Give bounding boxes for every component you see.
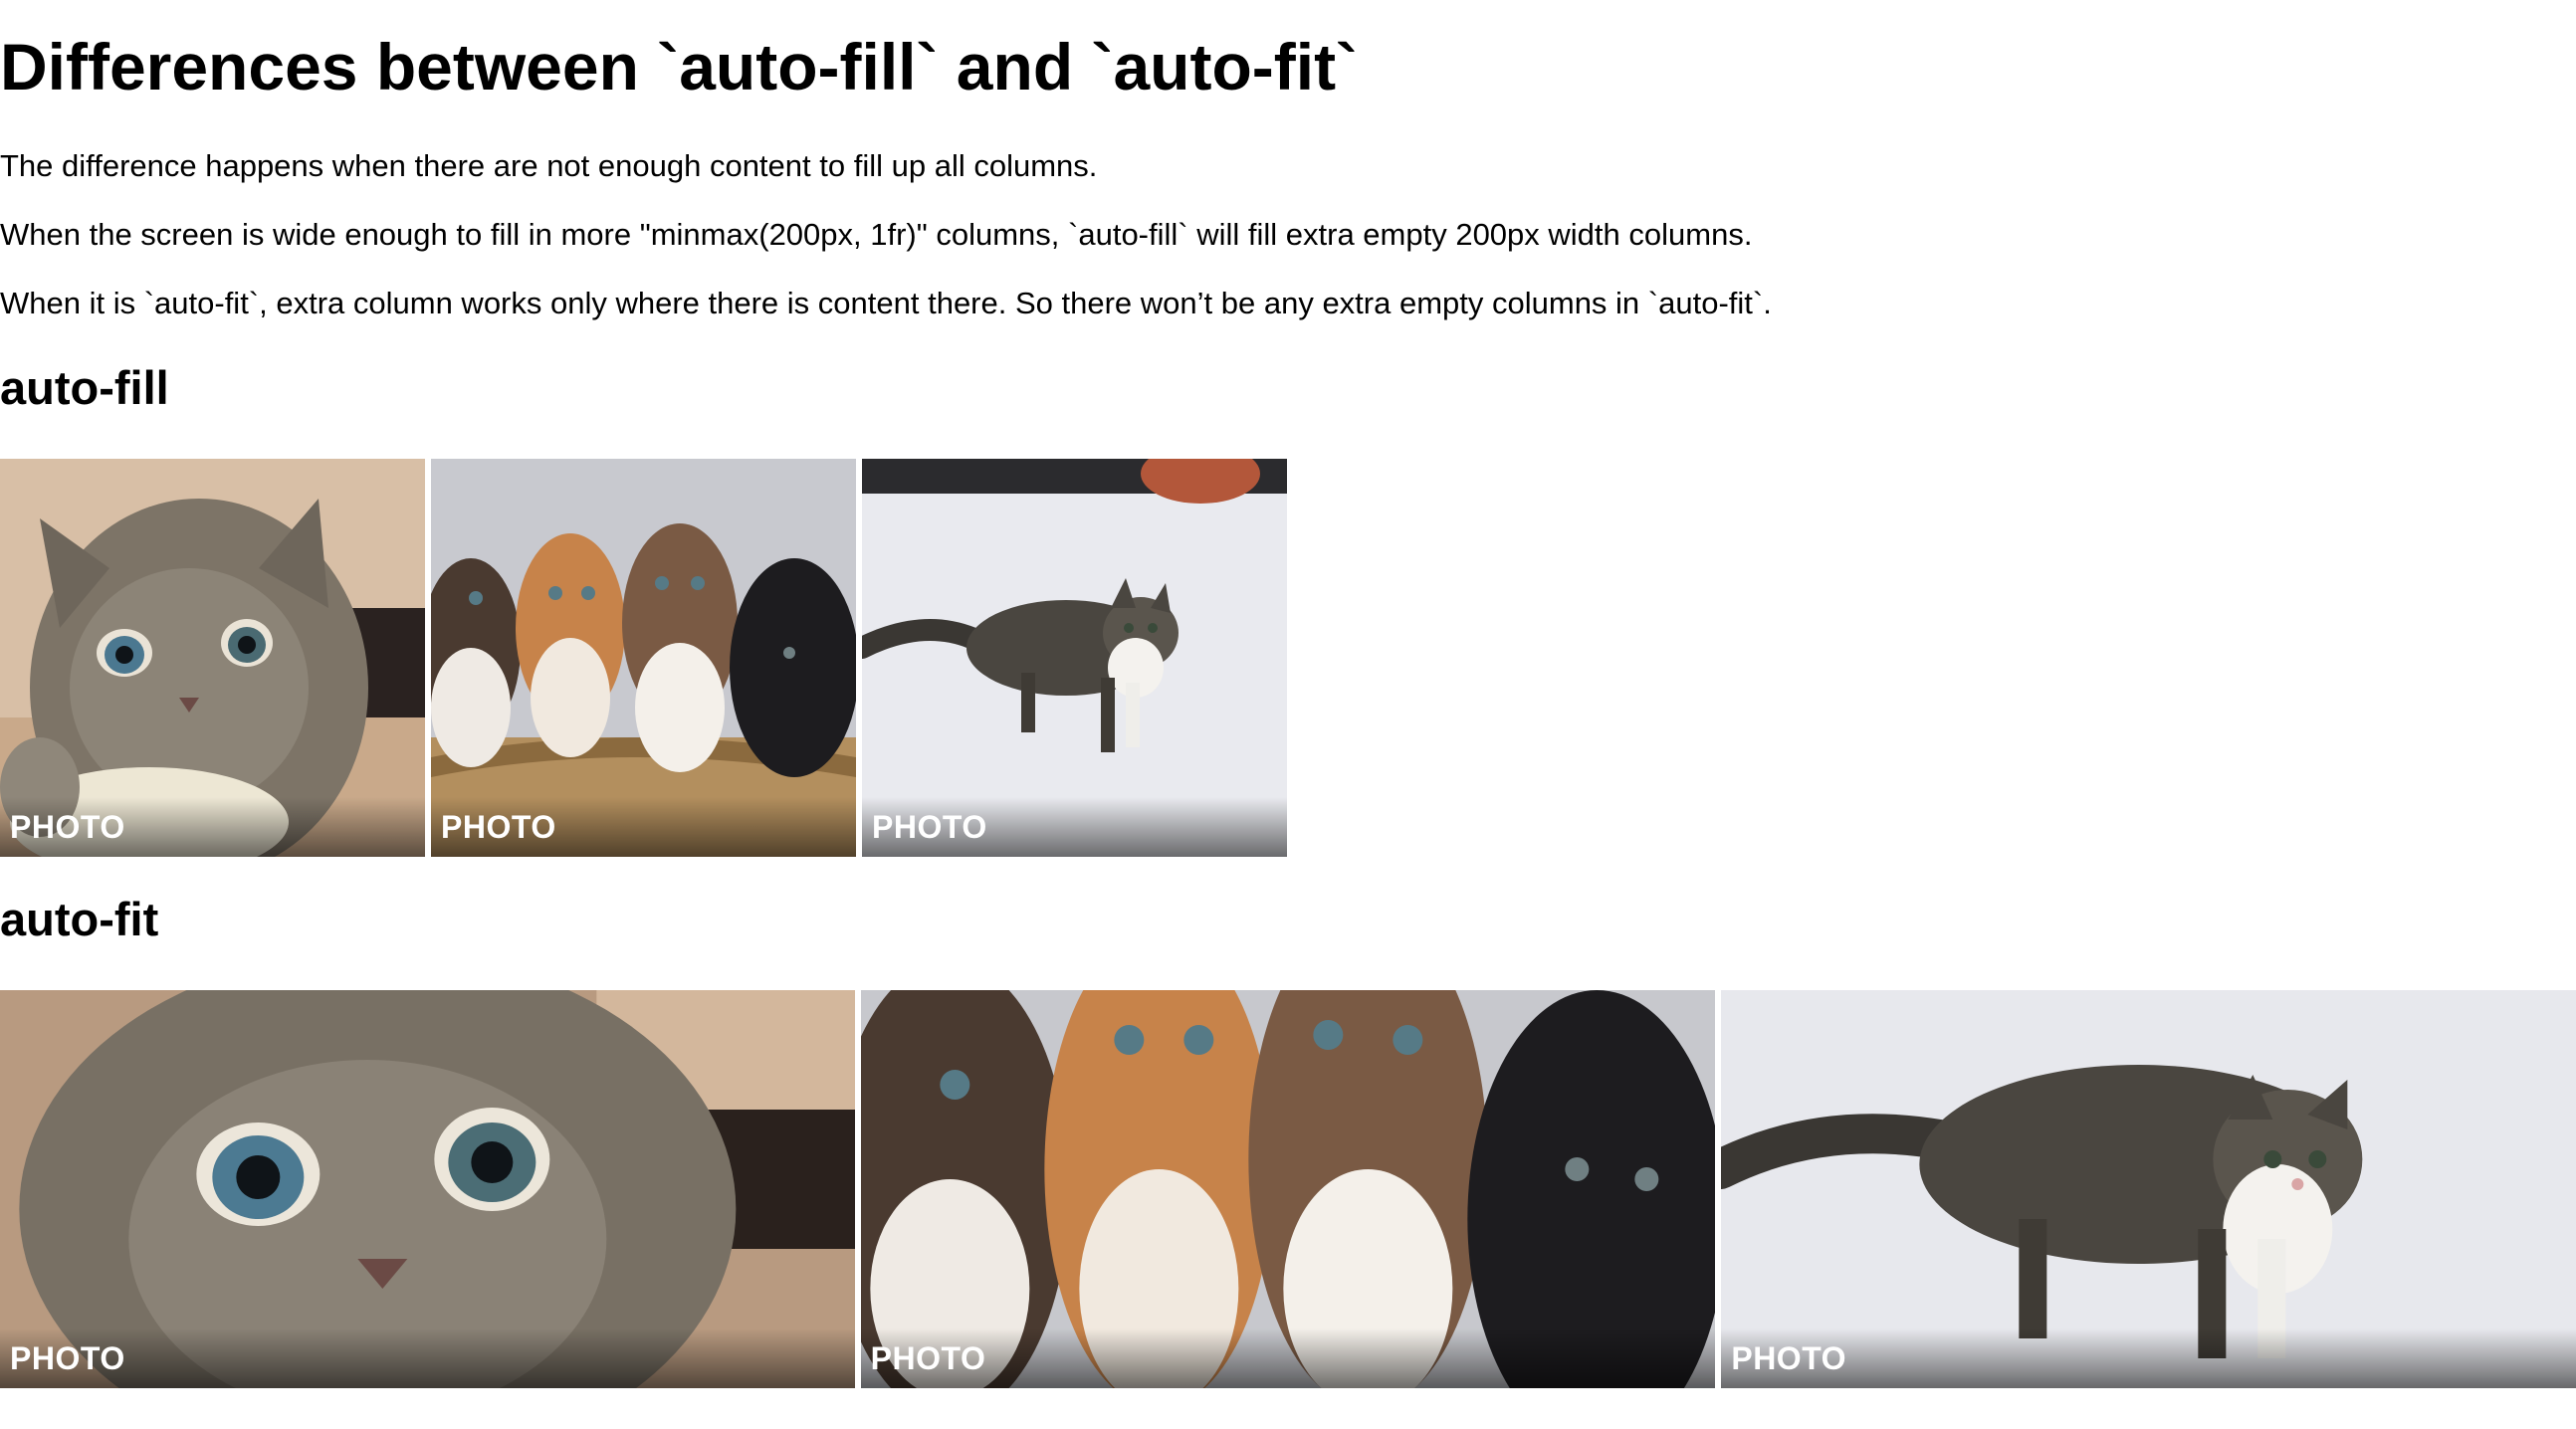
photo-label: PHOTO [10,809,125,845]
photo-tile-four-kittens: PHOTO [860,990,1716,1388]
caption-shade [860,1328,1716,1388]
auto-fit-heading: auto-fit [0,893,159,945]
photo-label: PHOTO [870,1340,986,1376]
auto-fit-grid: PHOTO PHOTO PHOTO [0,990,2576,1388]
photo-label: PHOTO [441,809,556,845]
auto-fit-explanation: When it is `auto-fit`, extra column work… [0,286,1772,320]
page: Differences between `auto-fill` and `aut… [0,0,2576,1429]
auto-fill-explanation: When the screen is wide enough to fill i… [0,217,1753,252]
page-title: Differences between `auto-fill` and `aut… [0,30,1359,103]
photo-tile-snow-kitten: PHOTO [1721,990,2576,1388]
caption-shade [1721,1328,2576,1388]
intro-paragraph: The difference happens when there are no… [0,148,1098,183]
photo-tile-gray-kitten: PHOTO [0,459,425,857]
photo-label: PHOTO [10,1340,125,1376]
photo-tile-gray-kitten: PHOTO [0,990,855,1388]
photo-tile-snow-kitten: PHOTO [862,459,1287,857]
auto-fill-heading: auto-fill [0,361,169,414]
auto-fill-grid: PHOTO PHOTO PHOTO [0,459,1287,857]
photo-tile-four-kittens: PHOTO [431,459,856,857]
photo-label: PHOTO [872,809,987,845]
photo-label: PHOTO [1731,1340,1847,1376]
caption-shade [0,1328,855,1388]
